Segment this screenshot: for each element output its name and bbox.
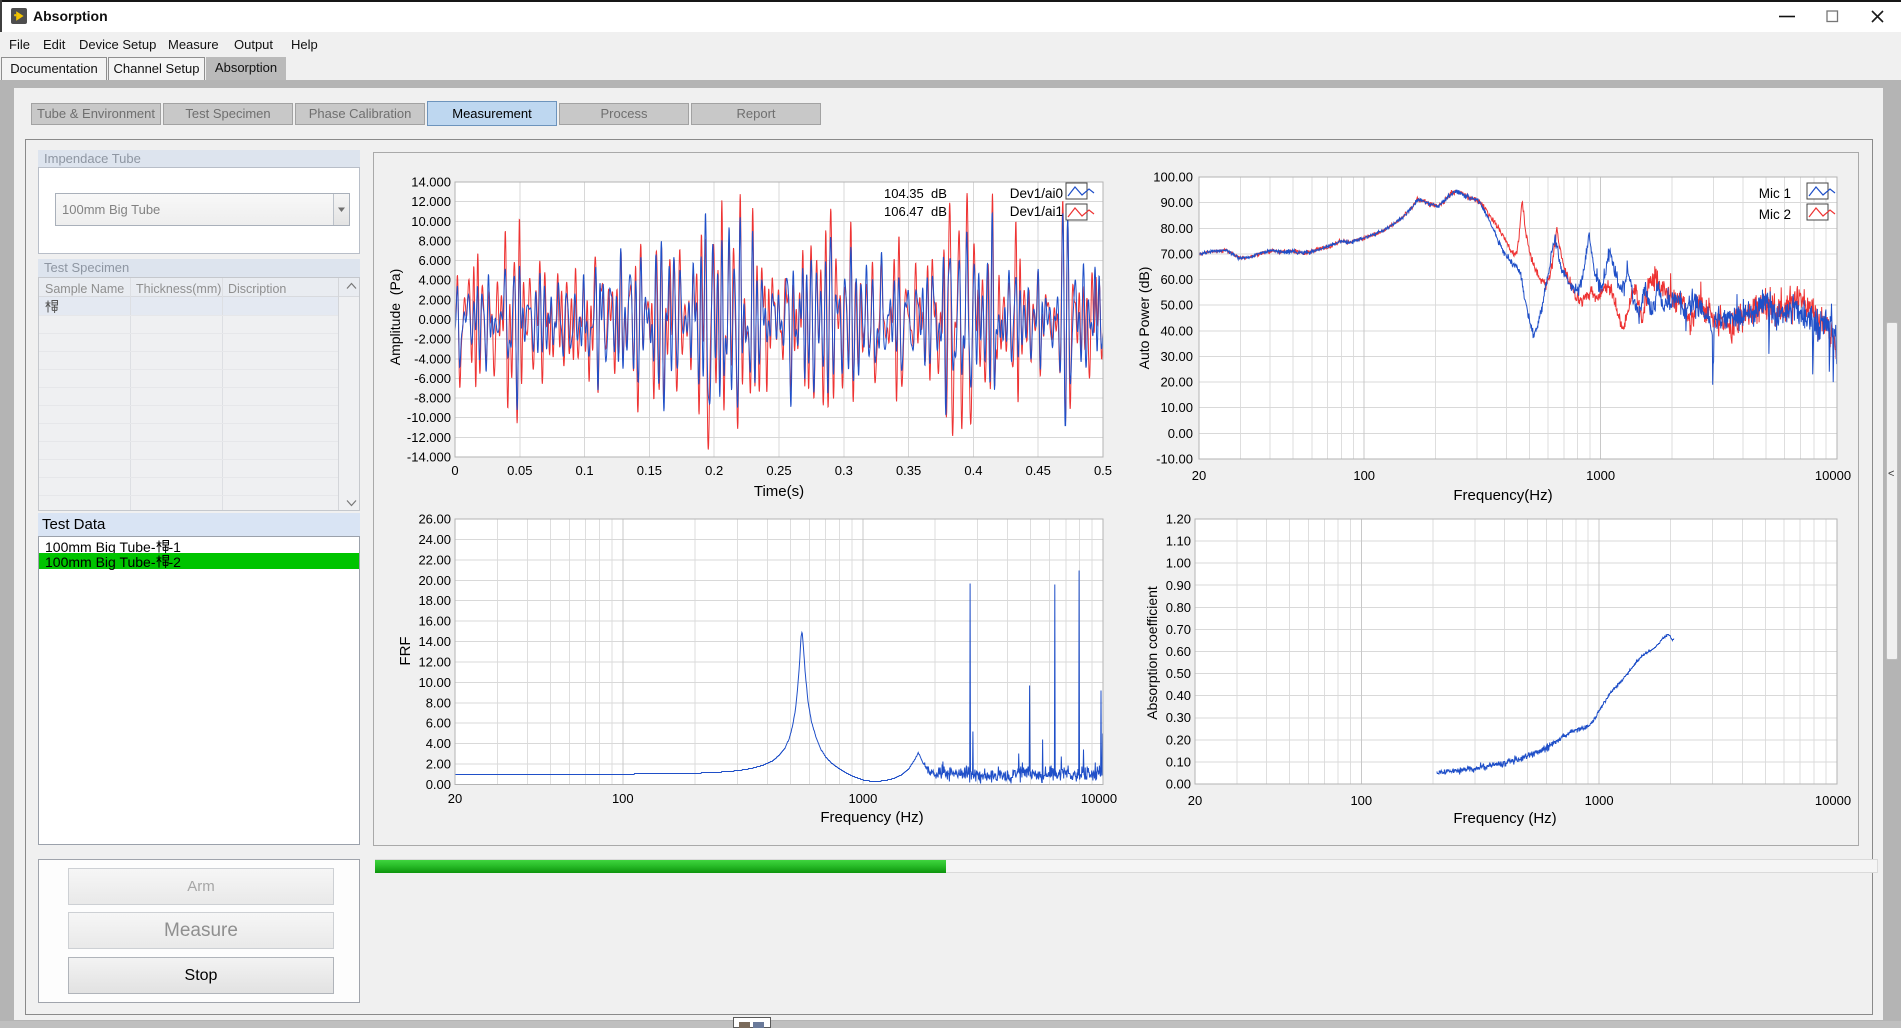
svg-text:0.3: 0.3 [835, 463, 853, 478]
svg-text:10.000: 10.000 [411, 214, 451, 229]
svg-text:-6.000: -6.000 [414, 371, 451, 386]
svg-text:6.00: 6.00 [426, 716, 451, 731]
svg-text:18.00: 18.00 [418, 593, 451, 608]
svg-text:10000: 10000 [1081, 791, 1117, 806]
svg-text:0.00: 0.00 [1168, 426, 1193, 441]
svg-text:20.00: 20.00 [418, 573, 451, 588]
svg-text:0.40: 0.40 [1166, 688, 1191, 703]
svg-text:2.00: 2.00 [426, 757, 451, 772]
svg-text:0.15: 0.15 [637, 463, 662, 478]
svg-text:-10.00: -10.00 [1156, 452, 1193, 467]
svg-text:Frequency (Hz): Frequency (Hz) [820, 809, 923, 826]
svg-text:100: 100 [1353, 468, 1375, 483]
svg-text:0.90: 0.90 [1166, 578, 1191, 593]
svg-text:22.00: 22.00 [418, 552, 451, 567]
svg-text:-10.000: -10.000 [407, 410, 451, 425]
svg-text:FRF: FRF [397, 636, 414, 665]
svg-text:100: 100 [1350, 793, 1372, 808]
svg-text:12.00: 12.00 [418, 655, 451, 670]
svg-text:Frequency (Hz): Frequency (Hz) [1453, 810, 1556, 827]
svg-text:0.10: 0.10 [1166, 754, 1191, 769]
svg-text:60.00: 60.00 [1160, 272, 1193, 287]
svg-text:Time(s): Time(s) [754, 483, 804, 500]
svg-text:14.000: 14.000 [411, 175, 451, 190]
svg-text:24.00: 24.00 [418, 532, 451, 547]
svg-text:Amplitude (Pa): Amplitude (Pa) [387, 269, 403, 365]
svg-text:4.000: 4.000 [418, 273, 451, 288]
svg-text:50.00: 50.00 [1160, 298, 1193, 313]
svg-text:Absorption coefficient: Absorption coefficient [1144, 586, 1160, 720]
svg-text:20.00: 20.00 [1160, 375, 1193, 390]
svg-text:1000: 1000 [848, 791, 877, 806]
svg-text:Auto Power (dB): Auto Power (dB) [1136, 267, 1152, 370]
svg-text:0.4: 0.4 [964, 463, 982, 478]
svg-text:Frequency(Hz): Frequency(Hz) [1453, 487, 1552, 504]
svg-text:8.00: 8.00 [426, 695, 451, 710]
svg-text:-8.000: -8.000 [414, 391, 451, 406]
svg-text:0.30: 0.30 [1166, 710, 1191, 725]
svg-text:40.00: 40.00 [1160, 323, 1193, 338]
svg-text:100.00: 100.00 [1153, 170, 1193, 185]
svg-text:20: 20 [448, 791, 462, 806]
svg-text:1.00: 1.00 [1166, 556, 1191, 571]
svg-text:2.000: 2.000 [418, 292, 451, 307]
svg-text:Dev1/ai0: Dev1/ai0 [1010, 186, 1063, 201]
svg-text:Mic 1: Mic 1 [1759, 186, 1791, 201]
svg-text:1000: 1000 [1586, 468, 1615, 483]
svg-text:10.00: 10.00 [418, 675, 451, 690]
svg-text:10.00: 10.00 [1160, 400, 1193, 415]
svg-text:0.5: 0.5 [1094, 463, 1112, 478]
svg-text:0.60: 0.60 [1166, 644, 1191, 659]
svg-text:0.2: 0.2 [705, 463, 723, 478]
svg-text:0.80: 0.80 [1166, 600, 1191, 615]
svg-text:0.20: 0.20 [1166, 732, 1191, 747]
svg-text:0.000: 0.000 [418, 312, 451, 327]
svg-text:100: 100 [612, 791, 634, 806]
svg-text:80.00: 80.00 [1160, 221, 1193, 236]
svg-text:1000: 1000 [1585, 793, 1614, 808]
svg-text:0.70: 0.70 [1166, 622, 1191, 637]
svg-text:0.00: 0.00 [426, 777, 451, 792]
svg-text:0.35: 0.35 [896, 463, 921, 478]
svg-text:12.000: 12.000 [411, 194, 451, 209]
svg-text:8.000: 8.000 [418, 233, 451, 248]
svg-text:1.20: 1.20 [1166, 512, 1191, 527]
svg-text:0.45: 0.45 [1026, 463, 1051, 478]
svg-text:-4.000: -4.000 [414, 351, 451, 366]
svg-text:Dev1/ai1: Dev1/ai1 [1010, 204, 1063, 219]
svg-text:0.1: 0.1 [576, 463, 594, 478]
svg-text:6.000: 6.000 [418, 253, 451, 268]
svg-text:26.00: 26.00 [418, 512, 451, 527]
svg-text:104.35 dB: 104.35 dB [884, 186, 947, 201]
svg-text:16.00: 16.00 [418, 614, 451, 629]
svg-text:20: 20 [1188, 793, 1202, 808]
svg-text:0.25: 0.25 [766, 463, 791, 478]
svg-text:-2.000: -2.000 [414, 332, 451, 347]
svg-text:0: 0 [451, 463, 458, 478]
svg-text:70.00: 70.00 [1160, 246, 1193, 261]
svg-text:20: 20 [1192, 468, 1206, 483]
svg-text:30.00: 30.00 [1160, 349, 1193, 364]
svg-text:-12.000: -12.000 [407, 430, 451, 445]
svg-text:0.05: 0.05 [507, 463, 532, 478]
svg-text:0.00: 0.00 [1166, 777, 1191, 792]
svg-text:4.00: 4.00 [426, 736, 451, 751]
svg-text:10000: 10000 [1815, 793, 1851, 808]
svg-text:Mic 2: Mic 2 [1759, 207, 1791, 222]
svg-text:1.10: 1.10 [1166, 534, 1191, 549]
svg-text:106.47 dB: 106.47 dB [884, 204, 947, 219]
svg-text:10000: 10000 [1815, 468, 1851, 483]
svg-text:90.00: 90.00 [1160, 195, 1193, 210]
svg-text:14.00: 14.00 [418, 634, 451, 649]
svg-text:0.50: 0.50 [1166, 666, 1191, 681]
svg-text:-14.000: -14.000 [407, 450, 451, 465]
